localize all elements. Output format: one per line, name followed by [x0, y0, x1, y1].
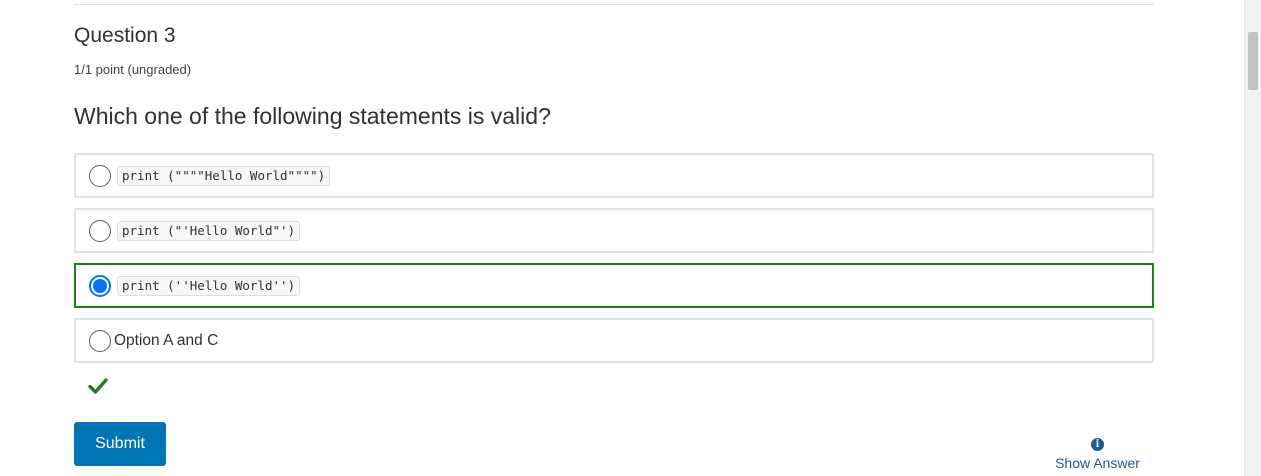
show-answer-button[interactable]: i Show Answer — [1040, 434, 1155, 471]
submit-button[interactable]: Submit — [74, 422, 166, 466]
choice-list: print (""""Hello World"""") print ("'Hel… — [74, 153, 1154, 373]
radio-button-b[interactable] — [89, 219, 111, 242]
vertical-scrollbar[interactable] — [1244, 0, 1261, 476]
radio-button-c[interactable] — [89, 274, 111, 297]
choice-option-b[interactable]: print ("'Hello World"') — [74, 208, 1154, 253]
top-divider — [74, 4, 1154, 5]
show-answer-label: Show Answer — [1055, 455, 1140, 471]
choice-code-b: print ("'Hello World"') — [117, 220, 301, 241]
radio-button-a[interactable] — [89, 164, 111, 187]
problem-page: Question 3 1/1 point (ungraded) Which on… — [0, 0, 1261, 476]
choice-option-a[interactable]: print (""""Hello World"""") — [74, 153, 1154, 198]
choice-code-a: print (""""Hello World"""") — [117, 165, 331, 186]
choice-text-d: Option A and C — [114, 331, 219, 349]
points-label: 1/1 point (ungraded) — [74, 62, 192, 77]
checkmark-icon — [88, 378, 108, 394]
question-prompt: Which one of the following statements is… — [74, 103, 551, 129]
info-icon: i — [1091, 438, 1104, 451]
radio-button-d[interactable] — [89, 329, 111, 352]
choice-option-d[interactable]: Option A and C — [74, 318, 1154, 363]
choice-option-c[interactable]: print (''Hello World'') — [74, 263, 1154, 308]
question-title: Question 3 — [74, 24, 176, 47]
choice-code-c: print (''Hello World'') — [117, 275, 301, 296]
scrollbar-thumb[interactable] — [1248, 32, 1258, 90]
